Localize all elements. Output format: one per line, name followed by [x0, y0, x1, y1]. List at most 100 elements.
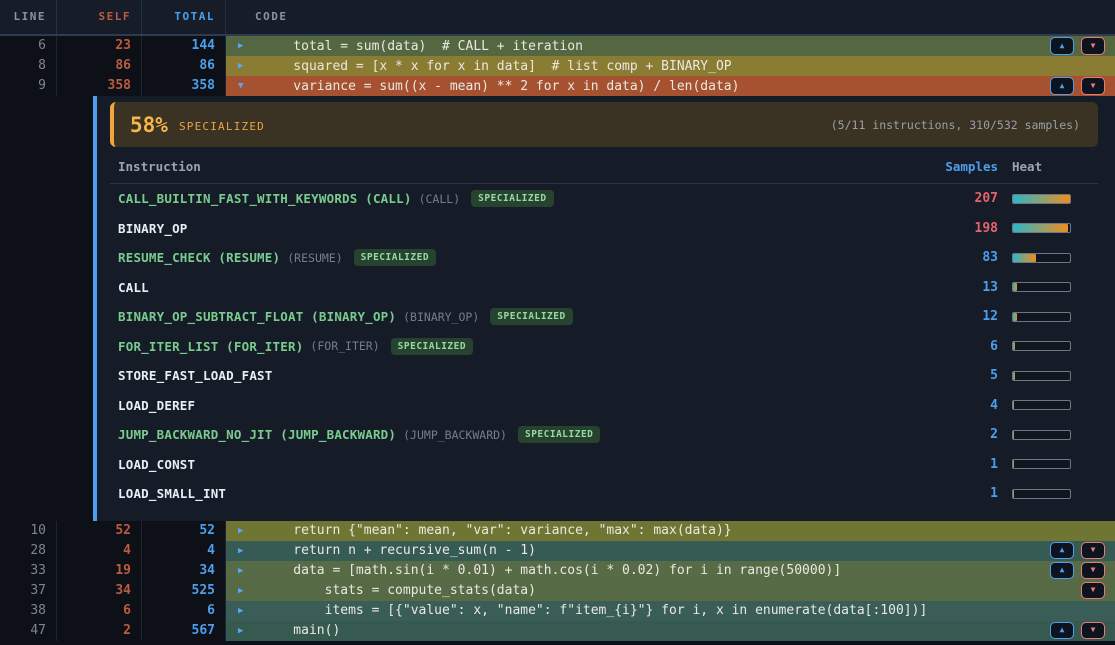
line-number-cell: 9: [0, 76, 57, 96]
next-hotspot-button[interactable]: ▼: [1081, 562, 1105, 580]
code-text: data = [math.sin(i * 0.01) + math.cos(i …: [262, 563, 841, 578]
instruction-name-cell: LOAD_SMALL_INT: [118, 486, 918, 501]
line-number-cell: 28: [0, 541, 57, 561]
code-cell[interactable]: ▶ data = [math.sin(i * 0.01) + math.cos(…: [226, 561, 1115, 581]
heat-bar: [1012, 282, 1071, 292]
hotspot-nav-buttons: ▲▼: [1050, 542, 1105, 560]
prev-hotspot-button[interactable]: ▲: [1050, 77, 1074, 95]
specialized-badge: SPECIALIZED: [471, 190, 553, 207]
specialization-banner: 58% SPECIALIZED (5/11 instructions, 310/…: [110, 102, 1098, 147]
samples-count: 6: [918, 339, 998, 354]
up-arrow-icon: ▲: [1060, 82, 1065, 90]
prev-hotspot-button[interactable]: ▲: [1050, 542, 1074, 560]
hotspot-nav-buttons: ▼: [1081, 582, 1105, 600]
code-row: 47 2 567 ▶ main() ▲▼: [0, 621, 1115, 641]
code-text: total = sum(data) # CALL + iteration: [262, 39, 583, 54]
code-text: main(): [262, 623, 340, 638]
down-arrow-icon: ▼: [1091, 586, 1096, 594]
column-header-line: LINE: [0, 0, 57, 34]
instruction-row: BINARY_OP_SUBTRACT_FLOAT (BINARY_OP) (BI…: [110, 302, 1098, 332]
samples-count: 1: [918, 486, 998, 501]
next-hotspot-button[interactable]: ▼: [1081, 37, 1105, 55]
heat-bar-fill: [1013, 254, 1036, 262]
total-samples-cell: 34: [142, 561, 226, 581]
next-hotspot-button[interactable]: ▼: [1081, 622, 1105, 640]
code-text: return {"mean": mean, "var": variance, "…: [262, 523, 732, 538]
specialization-summary: (5/11 instructions, 310/532 samples): [831, 118, 1080, 132]
code-row: 37 34 525 ▶ stats = compute_stats(data) …: [0, 581, 1115, 601]
heat-bar-cell: [998, 253, 1098, 263]
expand-caret-icon[interactable]: ▶: [238, 561, 262, 581]
total-samples-cell: 144: [142, 36, 226, 56]
down-arrow-icon: ▼: [1091, 626, 1096, 634]
heat-bar-fill: [1013, 401, 1014, 409]
total-samples-cell: 567: [142, 621, 226, 641]
code-cell[interactable]: ▶ total = sum(data) # CALL + iteration ▲…: [226, 36, 1115, 56]
heat-bar-fill: [1013, 460, 1014, 468]
code-cell[interactable]: ▶ stats = compute_stats(data) ▼: [226, 581, 1115, 601]
code-cell[interactable]: ▶ return {"mean": mean, "var": variance,…: [226, 521, 1115, 541]
instruction-name-cell: LOAD_DEREF: [118, 398, 918, 413]
heat-bar-cell: [998, 371, 1098, 381]
heat-bar: [1012, 223, 1071, 233]
samples-count: 2: [918, 427, 998, 442]
expand-caret-icon[interactable]: ▶: [238, 56, 262, 76]
code-cell[interactable]: ▼ variance = sum((x - mean) ** 2 for x i…: [226, 76, 1115, 96]
heat-bar: [1012, 312, 1071, 322]
specialization-label: SPECIALIZED: [179, 120, 265, 133]
down-arrow-icon: ▼: [1091, 546, 1096, 554]
instruction-row: LOAD_SMALL_INT 1: [110, 479, 1098, 509]
code-row: 33 19 34 ▶ data = [math.sin(i * 0.01) + …: [0, 561, 1115, 581]
heat-bar: [1012, 371, 1071, 381]
code-cell[interactable]: ▶ main() ▲ ▼: [226, 621, 1115, 641]
self-samples-cell: 4: [57, 541, 142, 561]
prev-hotspot-button[interactable]: ▲: [1050, 37, 1074, 55]
prev-hotspot-button[interactable]: ▲: [1050, 622, 1074, 640]
expand-caret-icon[interactable]: ▶: [238, 581, 262, 601]
self-samples-cell: 34: [57, 581, 142, 601]
down-arrow-icon: ▼: [1091, 42, 1096, 50]
instruction-row: LOAD_CONST 1: [110, 450, 1098, 480]
next-hotspot-button[interactable]: ▼: [1081, 77, 1105, 95]
expand-caret-icon[interactable]: ▶: [238, 36, 262, 56]
heat-bar-cell: [998, 312, 1098, 322]
code-cell[interactable]: ▶ return n + recursive_sum(n - 1) ▲▼: [226, 541, 1115, 561]
code-text: items = [{"value": x, "name": f"item_{i}…: [262, 603, 927, 618]
self-samples-cell: 23: [57, 36, 142, 56]
instruction-name-cell: RESUME_CHECK (RESUME) (RESUME) SPECIALIZ…: [118, 249, 918, 266]
up-arrow-icon: ▲: [1060, 546, 1065, 554]
code-cell[interactable]: ▶ items = [{"value": x, "name": f"item_{…: [226, 601, 1115, 621]
self-samples-cell: 19: [57, 561, 142, 581]
code-row: 10 52 52 ▶ return {"mean": mean, "var": …: [0, 521, 1115, 541]
heat-bar-fill: [1013, 313, 1017, 321]
heat-bar-fill: [1013, 224, 1068, 232]
expand-caret-icon[interactable]: ▶: [238, 621, 262, 641]
heat-bar-cell: [998, 341, 1098, 351]
code-row: 6 23 144 ▶ total = sum(data) # CALL + it…: [0, 36, 1115, 56]
instruction-name: RESUME_CHECK (RESUME): [118, 250, 280, 265]
code-row: 9 358 358 ▼ variance = sum((x - mean) **…: [0, 76, 1115, 96]
expand-caret-icon[interactable]: ▶: [238, 601, 262, 621]
expand-caret-icon[interactable]: ▼: [238, 76, 262, 96]
instruction-name-cell: BINARY_OP_SUBTRACT_FLOAT (BINARY_OP) (BI…: [118, 308, 918, 325]
instruction-rows: CALL_BUILTIN_FAST_WITH_KEYWORDS (CALL) (…: [110, 184, 1098, 509]
self-samples-cell: 86: [57, 56, 142, 76]
up-arrow-icon: ▲: [1060, 626, 1065, 634]
up-arrow-icon: ▲: [1060, 566, 1065, 574]
samples-count: 4: [918, 398, 998, 413]
prev-hotspot-button[interactable]: ▲: [1050, 562, 1074, 580]
heat-bar: [1012, 459, 1071, 469]
column-header-code: CODE: [226, 0, 1115, 34]
expand-caret-icon[interactable]: ▶: [238, 521, 262, 541]
expand-caret-icon[interactable]: ▶: [238, 541, 262, 561]
code-text: squared = [x * x for x in data] # list c…: [262, 59, 732, 74]
instruction-base-opcode: (JUMP_BACKWARD): [403, 428, 507, 442]
next-hotspot-button[interactable]: ▼: [1081, 582, 1105, 600]
instruction-name: CALL_BUILTIN_FAST_WITH_KEYWORDS (CALL): [118, 191, 412, 206]
next-hotspot-button[interactable]: ▼: [1081, 542, 1105, 560]
code-cell[interactable]: ▶ squared = [x * x for x in data] # list…: [226, 56, 1115, 76]
heat-bar-cell: [998, 430, 1098, 440]
instruction-base-opcode: (RESUME): [287, 251, 342, 265]
samples-count: 1: [918, 457, 998, 472]
specialization-panel: 58% SPECIALIZED (5/11 instructions, 310/…: [93, 96, 1115, 521]
